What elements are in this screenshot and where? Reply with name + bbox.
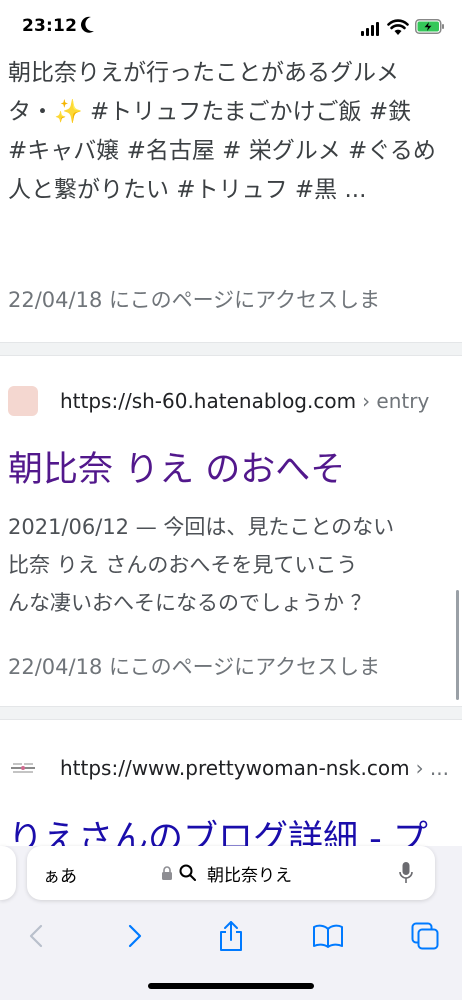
- cellular-signal-icon: [361, 22, 379, 36]
- result-source[interactable]: https://www.prettywoman-nsk.com › ...: [8, 750, 449, 786]
- result-snippet: 2021/06/12 — 今回は、見たことのない 比奈 りえ さんのおへそを見て…: [8, 508, 394, 622]
- snippet-line: 比奈 りえ さんのおへそを見ていこう: [8, 553, 358, 577]
- wifi-icon: [387, 19, 409, 35]
- page-settings-button[interactable]: ぁあ: [43, 862, 77, 887]
- snippet-line: #キャバ嬢 #名古屋 # 栄グルメ #ぐるめ: [8, 138, 436, 164]
- back-button[interactable]: [14, 914, 58, 958]
- bookmarks-button[interactable]: [306, 914, 350, 958]
- status-bar: 23:12: [0, 0, 462, 54]
- previous-tab-preview[interactable]: [0, 846, 16, 900]
- share-button[interactable]: [209, 914, 253, 958]
- result-breadcrumb: › ...: [415, 756, 449, 780]
- tabs-icon: [411, 922, 439, 950]
- tabs-button[interactable]: [403, 914, 447, 958]
- snippet-line: 人と繋がりたい #トリュフ #黒 ...: [8, 177, 367, 203]
- browser-toolbar: [0, 914, 462, 958]
- search-icon: [179, 864, 196, 881]
- book-icon: [313, 924, 343, 948]
- share-icon: [220, 921, 242, 951]
- scroll-indicator[interactable]: [456, 590, 459, 700]
- result-url: https://sh-60.hatenablog.com: [60, 389, 357, 413]
- result-card[interactable]: https://sh-60.hatenablog.com › entry 朝比奈…: [0, 356, 462, 706]
- snippet-line: 朝比奈りえが行ったことがあるグルメ: [8, 60, 399, 86]
- search-results: 朝比奈りえが行ったことがあるグルメ タ・✨ #トリュフたまごかけご飯 #鉄 #キ…: [0, 54, 462, 846]
- snippet-line: 2021/06/12 — 今回は、見たことのない: [8, 515, 395, 539]
- chevron-left-icon: [29, 924, 43, 948]
- result-breadcrumb: › entry: [362, 389, 430, 413]
- result-title-link[interactable]: 朝比奈 りえ のおへそ: [8, 441, 345, 492]
- visited-note: 22/04/18 にこのページにアクセスしま: [8, 655, 381, 679]
- snippet-line: んな凄いおへそになるのでしょうか ？: [8, 591, 372, 615]
- home-indicator[interactable]: [148, 983, 314, 989]
- result-title-link[interactable]: りえさんのブログ詳細 - プ: [8, 810, 428, 846]
- status-time: 23:12: [22, 16, 78, 36]
- moon-icon: [81, 16, 94, 33]
- address-bar[interactable]: ぁあ 朝比奈りえ: [27, 846, 435, 900]
- site-favicon: [8, 761, 38, 775]
- result-divider: [0, 342, 462, 356]
- site-favicon: [8, 386, 38, 416]
- visited-note: 22/04/18 にこのページにアクセスしま: [8, 288, 381, 312]
- chevron-right-icon: [128, 924, 142, 948]
- microphone-icon[interactable]: [399, 861, 413, 885]
- snippet-line: タ・✨ #トリュフたまごかけご飯 #鉄: [8, 99, 412, 125]
- result-card[interactable]: https://www.prettywoman-nsk.com › ... りえ…: [0, 720, 462, 846]
- result-source[interactable]: https://sh-60.hatenablog.com › entry: [8, 383, 429, 419]
- lock-icon: [162, 866, 172, 880]
- search-query[interactable]: 朝比奈りえ: [207, 861, 292, 886]
- browser-bottom-bar: ぁあ 朝比奈りえ: [0, 846, 462, 1000]
- result-card: 朝比奈りえが行ったことがあるグルメ タ・✨ #トリュフたまごかけご飯 #鉄 #キ…: [0, 54, 462, 342]
- result-url: https://www.prettywoman-nsk.com: [60, 756, 410, 780]
- forward-button[interactable]: [113, 914, 157, 958]
- result-snippet: 朝比奈りえが行ったことがあるグルメ タ・✨ #トリュフたまごかけご飯 #鉄 #キ…: [8, 54, 462, 210]
- result-divider: [0, 706, 462, 720]
- battery-charging-icon: [415, 19, 444, 34]
